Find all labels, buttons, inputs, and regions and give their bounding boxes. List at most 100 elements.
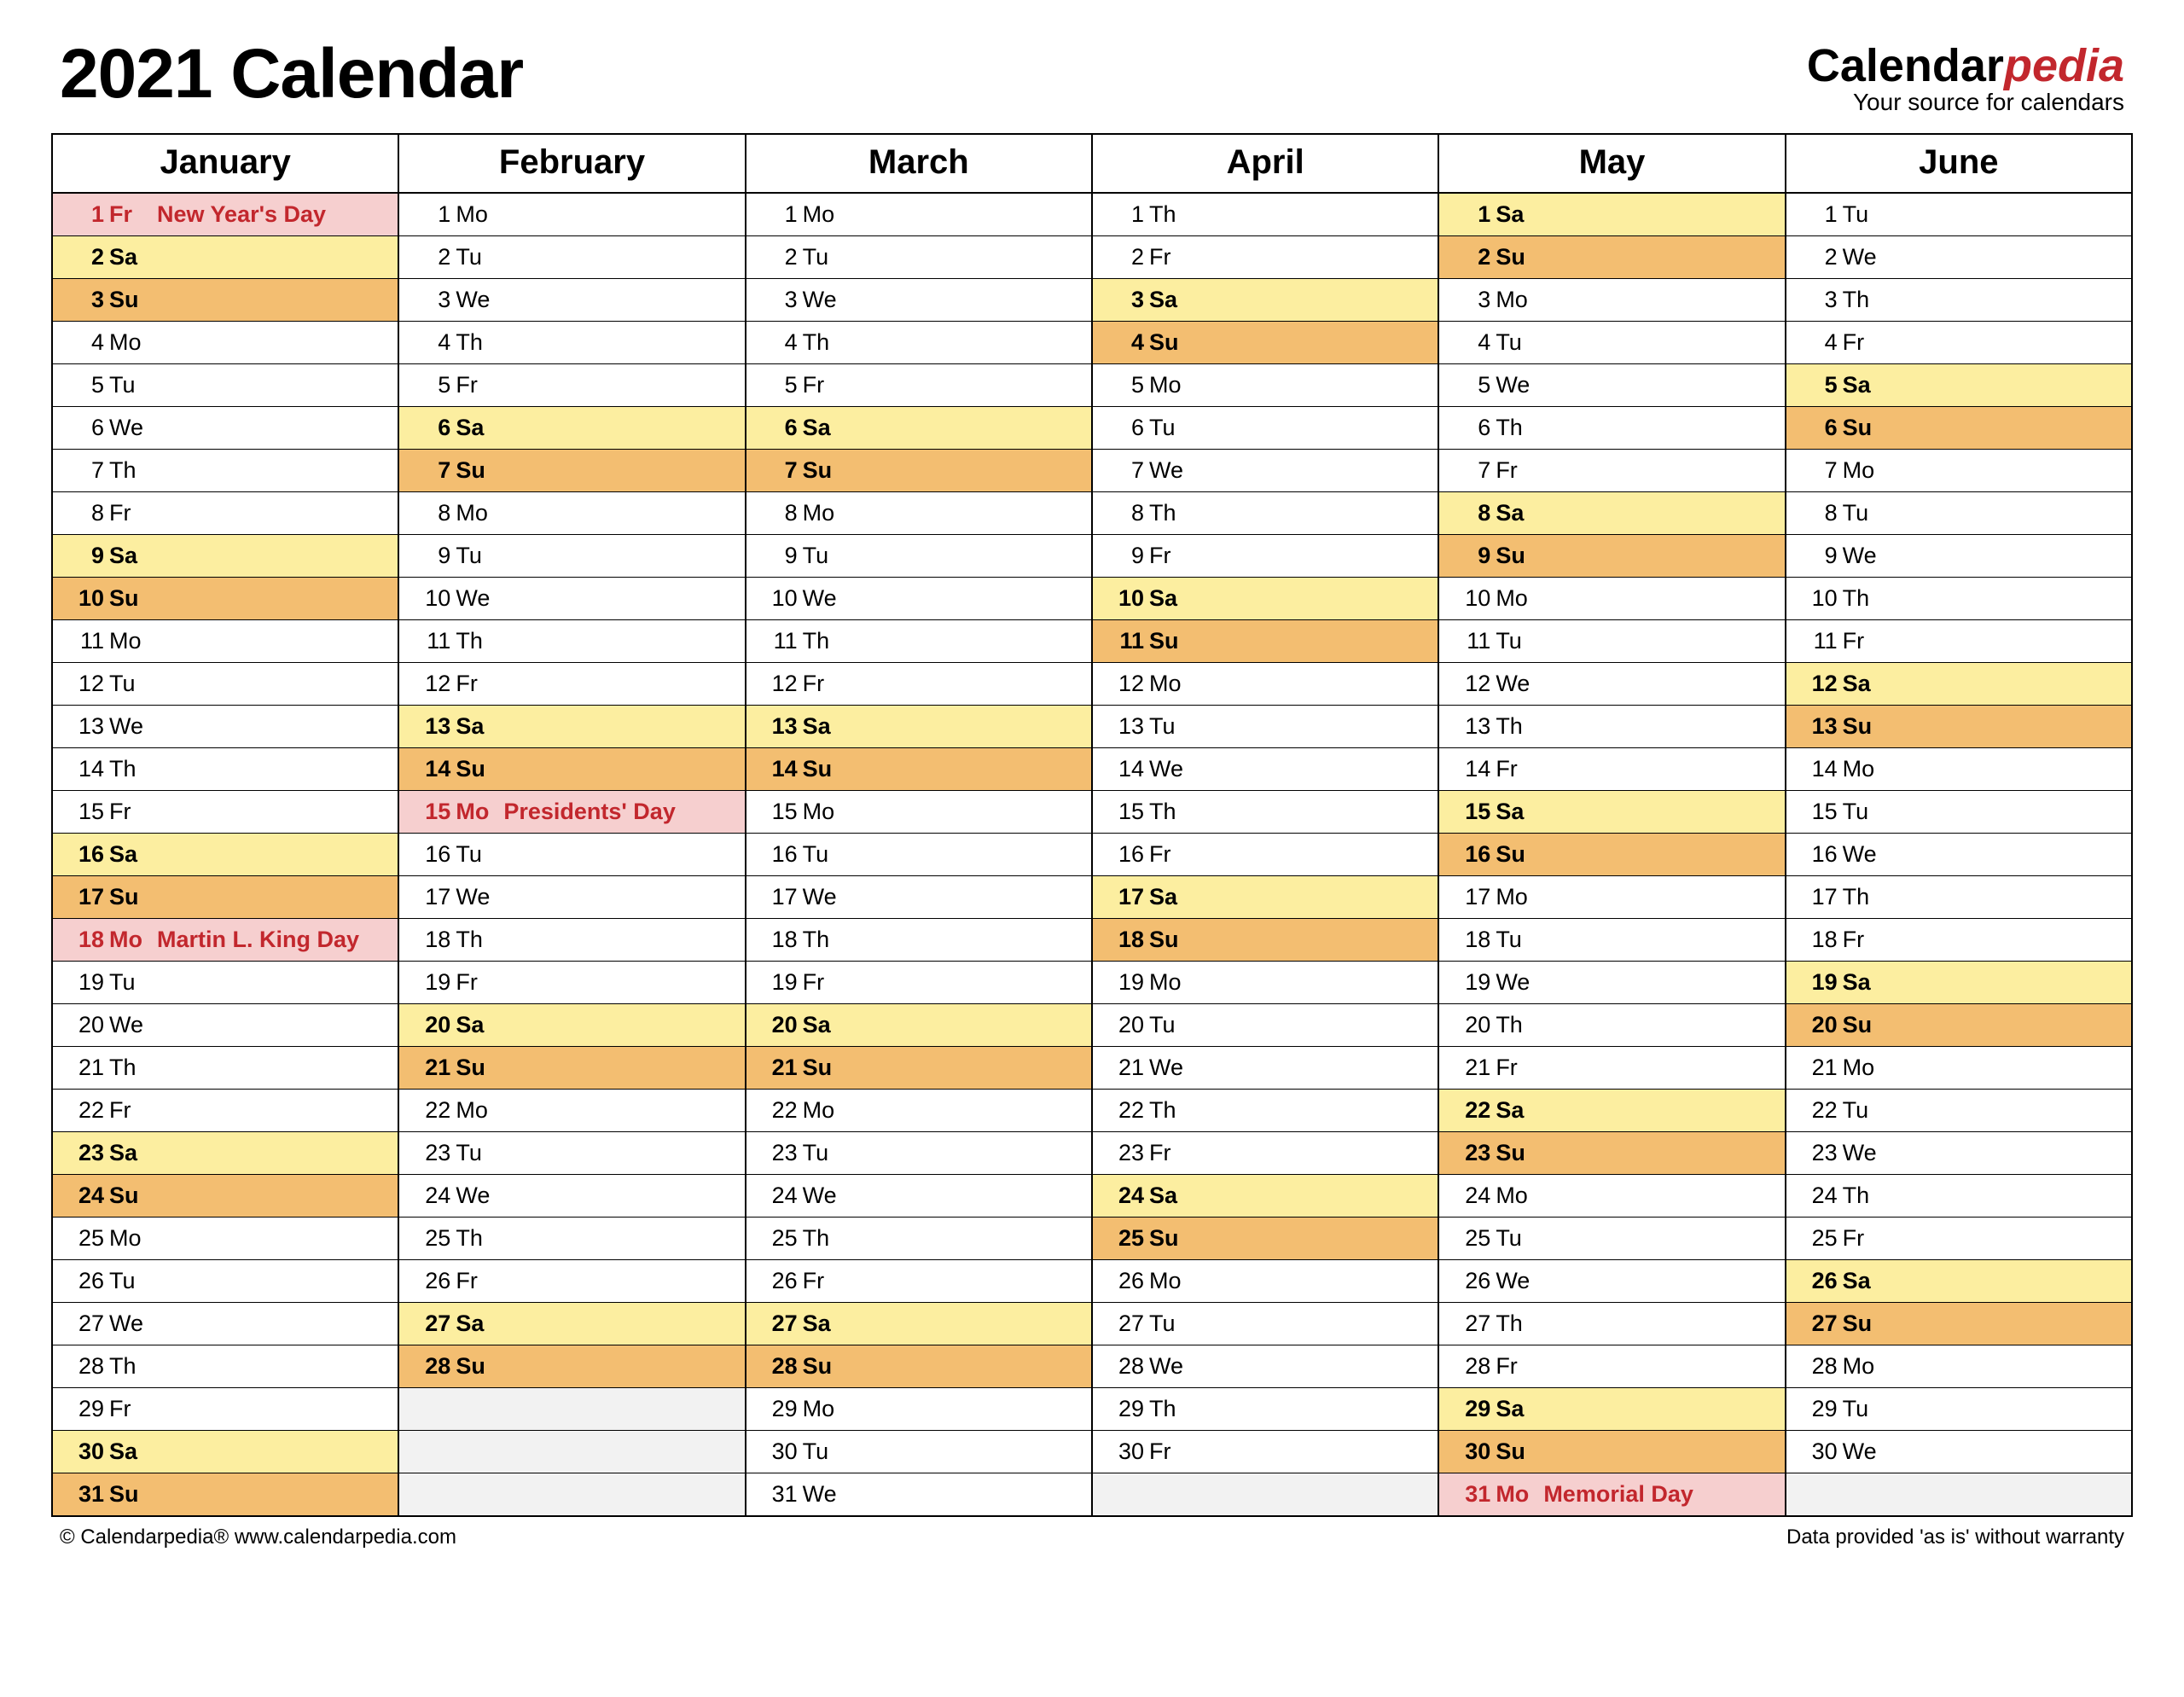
day-cell: 9Tu: [746, 535, 1092, 578]
day-number: 22: [757, 1099, 803, 1122]
day-cell: 23Sa: [52, 1132, 398, 1175]
day-cell: 19Fr: [746, 962, 1092, 1004]
day-number: 2: [1797, 246, 1843, 269]
day-of-week: Mo: [803, 1099, 847, 1122]
event-label: Presidents' Day: [500, 800, 744, 823]
day-of-week: We: [1496, 971, 1540, 994]
day-number: 23: [757, 1142, 803, 1165]
day-cell: 19Mo: [1092, 962, 1438, 1004]
day-cell: 26Mo: [1092, 1260, 1438, 1303]
day-number: 20: [757, 1014, 803, 1037]
day-of-week: Fr: [1496, 758, 1540, 781]
day-of-week: Fr: [456, 971, 500, 994]
day-cell: 16Tu: [398, 834, 745, 876]
day-cell: 26We: [1438, 1260, 1785, 1303]
day-number: 28: [410, 1355, 456, 1378]
day-cell: 12Fr: [398, 663, 745, 706]
day-of-week: Tu: [803, 544, 847, 567]
day-number: 4: [63, 331, 109, 354]
day-number: 10: [410, 587, 456, 610]
day-number: 4: [1103, 331, 1149, 354]
day-of-week: We: [1496, 672, 1540, 695]
day-of-week: Th: [1843, 886, 1887, 909]
day-of-week: Mo: [109, 1227, 154, 1250]
day-number: 12: [757, 672, 803, 695]
day-number: 20: [1103, 1014, 1149, 1037]
day-of-week: Tu: [803, 1440, 847, 1463]
day-cell: 31We: [746, 1473, 1092, 1517]
day-number: 16: [410, 843, 456, 866]
day-cell: 4Mo: [52, 322, 398, 364]
day-of-week: Sa: [109, 843, 154, 866]
day-cell: 2Tu: [398, 236, 745, 279]
day-number: 9: [757, 544, 803, 567]
day-number: 25: [410, 1227, 456, 1250]
day-cell: 10Th: [1786, 578, 2132, 620]
day-of-week: We: [456, 288, 500, 311]
day-cell: 22Mo: [398, 1090, 745, 1132]
day-of-week: Mo: [803, 1398, 847, 1421]
day-cell: 5Fr: [398, 364, 745, 407]
day-of-week: Th: [803, 1227, 847, 1250]
day-number: 9: [410, 544, 456, 567]
day-number: 18: [410, 928, 456, 951]
day-cell: 8Mo: [746, 492, 1092, 535]
day-cell: 7Su: [398, 450, 745, 492]
day-number: 1: [757, 203, 803, 226]
day-number: 8: [1449, 502, 1496, 525]
day-of-week: Su: [803, 758, 847, 781]
day-of-week: Mo: [1843, 1056, 1887, 1079]
day-cell: 24Sa: [1092, 1175, 1438, 1218]
day-of-week: Sa: [1149, 587, 1194, 610]
day-cell: 10We: [398, 578, 745, 620]
day-cell: 17We: [398, 876, 745, 919]
day-of-week: Fr: [109, 800, 154, 823]
day-cell: 28Su: [746, 1345, 1092, 1388]
day-of-week: Sa: [1843, 1270, 1887, 1293]
day-of-week: Tu: [803, 246, 847, 269]
day-number: 1: [410, 203, 456, 226]
day-number: 27: [63, 1312, 109, 1335]
day-of-week: We: [1843, 246, 1887, 269]
day-of-week: Tu: [1149, 1014, 1194, 1037]
day-number: 11: [1103, 630, 1149, 653]
day-of-week: Tu: [1843, 800, 1887, 823]
day-of-week: Fr: [1843, 630, 1887, 653]
day-of-week: Tu: [803, 1142, 847, 1165]
day-number: 24: [1797, 1184, 1843, 1207]
day-number: 30: [757, 1440, 803, 1463]
day-cell: 11Tu: [1438, 620, 1785, 663]
day-cell: 6Su: [1786, 407, 2132, 450]
day-number: 15: [1449, 800, 1496, 823]
day-cell: 12Tu: [52, 663, 398, 706]
event-label: Martin L. King Day: [154, 928, 398, 951]
day-number: 29: [63, 1398, 109, 1421]
day-of-week: Su: [1496, 1142, 1540, 1165]
day-of-week: Su: [1149, 331, 1194, 354]
day-number: 14: [1797, 758, 1843, 781]
day-number: 2: [410, 246, 456, 269]
day-cell: 18Fr: [1786, 919, 2132, 962]
day-of-week: Sa: [456, 416, 500, 439]
logo-top: Calendarpedia: [1807, 43, 2124, 89]
day-number: 9: [1449, 544, 1496, 567]
day-number: 8: [757, 502, 803, 525]
day-of-week: Th: [1843, 587, 1887, 610]
day-cell: 2We: [1786, 236, 2132, 279]
day-cell: 8Fr: [52, 492, 398, 535]
day-cell: 10We: [746, 578, 1092, 620]
day-number: 6: [757, 416, 803, 439]
day-of-week: Fr: [456, 374, 500, 397]
day-number: 19: [1103, 971, 1149, 994]
day-number: 5: [1449, 374, 1496, 397]
day-of-week: Su: [1496, 1440, 1540, 1463]
day-number: 28: [63, 1355, 109, 1378]
day-number: 31: [757, 1483, 803, 1506]
day-of-week: Fr: [1149, 1440, 1194, 1463]
day-of-week: Sa: [1149, 886, 1194, 909]
day-number: 29: [1103, 1398, 1149, 1421]
day-of-week: Th: [109, 459, 154, 482]
day-number: 28: [1103, 1355, 1149, 1378]
day-number: 23: [410, 1142, 456, 1165]
day-number: 29: [1797, 1398, 1843, 1421]
